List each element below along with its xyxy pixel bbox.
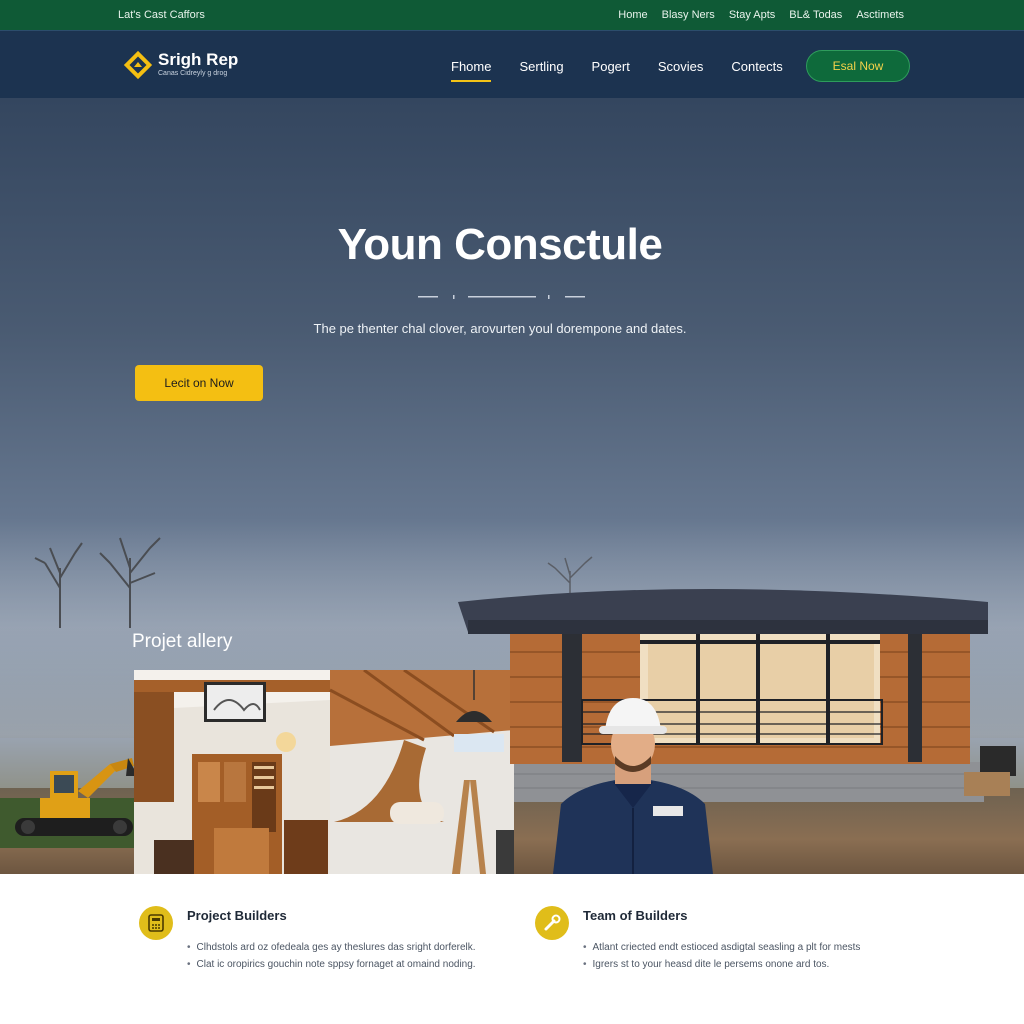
nav-link-home[interactable]: Fhome [451, 59, 492, 82]
nav-link-2[interactable]: Sertling [519, 59, 563, 74]
interior-gallery-image [134, 670, 514, 874]
feature-bullets: Clhdstols ard oz ofedeala ges ay theslur… [187, 939, 476, 973]
construction-worker-image [553, 698, 713, 874]
nav-link-4[interactable]: Scovies [658, 59, 704, 74]
diamond-logo-icon [122, 49, 153, 80]
brand-tagline: Canas Cidreyly g drog [158, 69, 228, 77]
nav-link-3[interactable]: Pogert [592, 59, 630, 74]
feature-title: Team of Builders [583, 908, 688, 923]
hero-section: Youn Consctule The pe thenter chal clove… [0, 98, 1024, 874]
feature-bullet: Clat ic oropirics gouchin note sppsy for… [187, 956, 476, 973]
brand-name: Srigh Rep [158, 49, 239, 69]
nav-cta-button[interactable]: Esal Now [806, 50, 910, 82]
hero-divider [418, 295, 585, 299]
hero-title: Youn Consctule [337, 220, 663, 269]
excavator-illustration [15, 758, 138, 836]
bare-trees-illustration [34, 537, 161, 628]
utility-link-3[interactable]: Stay Apts [729, 9, 775, 21]
main-navbar: Srigh Rep Canas Cidreyly g drog Fhome Se… [0, 30, 1024, 98]
utility-link-home[interactable]: Home [618, 9, 647, 21]
calculator-icon [139, 906, 173, 940]
hero-subtitle: The pe thenter chal clover, arovurten yo… [313, 321, 687, 336]
nav-link-contacts[interactable]: Contects [731, 59, 782, 74]
wrench-icon [535, 906, 569, 940]
brand-logo[interactable]: Srigh Rep Canas Cidreyly g drog [122, 49, 239, 80]
features-section: Project Builders Clhdstols ard oz ofedea… [0, 874, 1024, 1024]
utility-link-5[interactable]: Asctimets [856, 9, 904, 21]
utility-link-2[interactable]: Blasy Ners [662, 9, 715, 21]
gallery-heading: Projet allery [132, 631, 233, 652]
primary-nav: Fhome Sertling Pogert Scovies Contects [451, 59, 783, 82]
feature-title: Project Builders [187, 908, 287, 923]
feature-bullet: Atlant criected endt estioced asdigtal s… [583, 939, 861, 956]
utility-bar: Lat's Cast Caffors Home Blasy Ners Stay … [0, 0, 1024, 30]
feature-bullets: Atlant criected endt estioced asdigtal s… [583, 939, 861, 973]
hero-cta-button[interactable]: Lecit on Now [135, 365, 263, 401]
modern-house-image [458, 589, 1016, 802]
utility-bar-text: Lat's Cast Caffors [118, 9, 205, 21]
feature-bullet: Clhdstols ard oz ofedeala ges ay theslur… [187, 939, 476, 956]
feature-bullet: Igrers st to your heasd dite le persems … [583, 956, 860, 973]
utility-link-4[interactable]: BL& Todas [789, 9, 842, 21]
utility-links: Home Blasy Ners Stay Apts BL& Todas Asct… [618, 9, 904, 21]
